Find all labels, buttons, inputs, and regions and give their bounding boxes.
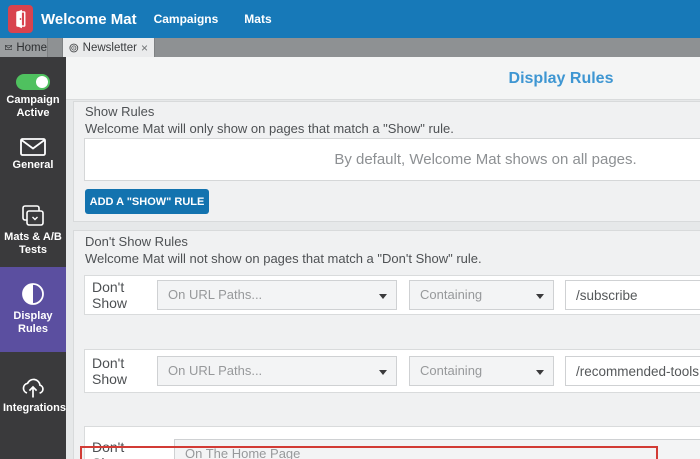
condition-dropdown[interactable]: On The Home Page <box>174 439 700 459</box>
sidebar-item-mats-ab-tests[interactable]: Mats & A/B Tests <box>0 204 66 257</box>
envelope-icon <box>20 138 46 156</box>
tab-newsletter-label: Newsletter <box>82 41 137 54</box>
app-title: Welcome Mat <box>41 10 137 28</box>
tab-home[interactable]: Home <box>0 38 48 57</box>
chevron-down-icon <box>379 370 387 375</box>
dont-show-rules-description: Welcome Mat will not show on pages that … <box>85 251 482 266</box>
envelope-icon <box>5 45 13 50</box>
operator-dropdown-value: Containing <box>420 363 483 378</box>
default-message: By default, Welcome Mat shows on all pag… <box>334 151 637 168</box>
sidebar-item-integrations[interactable]: Integrations <box>0 376 66 415</box>
dont-show-rules-heading: Don't Show Rules <box>85 234 188 249</box>
sidebar-item-general[interactable]: General <box>0 138 66 172</box>
sidebar-item-label: Mats & A/B Tests <box>4 231 62 256</box>
add-show-rule-button[interactable]: ADD A "SHOW" RULE <box>85 189 209 214</box>
app-window: Welcome Mat Campaigns Mats Home Newslett… <box>0 0 700 459</box>
show-rules-heading: Show Rules <box>85 104 155 119</box>
chevron-down-icon <box>536 370 544 375</box>
cloud-upload-icon <box>22 378 44 398</box>
top-navbar: Welcome Mat Campaigns Mats <box>0 0 700 38</box>
condition-dropdown[interactable]: On URL Paths... <box>157 356 397 386</box>
rule-row-label: Don't Show <box>92 279 128 311</box>
rule-value-input[interactable] <box>565 356 700 386</box>
campaign-active-toggle[interactable] <box>16 74 50 90</box>
sidebar-item-label: Display Rules <box>13 310 53 335</box>
show-rules-empty-box: By default, Welcome Mat shows on all pag… <box>84 138 700 181</box>
target-icon <box>69 43 79 52</box>
page-title: Display Rules <box>508 70 614 87</box>
tab-bar: Home Newsletter × <box>0 38 700 57</box>
rule-row-label: Don't Show <box>92 439 127 459</box>
condition-dropdown-value: On The Home Page <box>185 446 301 459</box>
layers-icon <box>22 205 44 226</box>
sidebar-item-label: Integrations <box>3 402 66 414</box>
chevron-down-icon <box>379 294 387 299</box>
welcome-mat-logo[interactable] <box>8 5 33 33</box>
close-icon[interactable]: × <box>141 42 148 54</box>
rule-row-label: Don't Show <box>92 355 128 387</box>
nav-item-mats[interactable]: Mats <box>244 12 271 26</box>
show-rules-section: Show Rules Welcome Mat will only show on… <box>73 101 700 222</box>
sidebar-item-display-rules[interactable]: Display Rules <box>0 267 66 352</box>
condition-dropdown-value: On URL Paths... <box>168 287 263 302</box>
chevron-down-icon <box>536 294 544 299</box>
contrast-icon <box>22 283 44 305</box>
nav-item-campaigns[interactable]: Campaigns <box>154 12 219 26</box>
sidebar: Campaign Active General Mats & A/B Tests… <box>0 57 66 459</box>
operator-dropdown-value: Containing <box>420 287 483 302</box>
main-content: Display Rules Show Rules Welcome Mat wil… <box>66 57 700 459</box>
tab-home-label: Home <box>16 41 47 54</box>
operator-dropdown[interactable]: Containing <box>409 280 554 310</box>
show-rules-description: Welcome Mat will only show on pages that… <box>85 121 454 136</box>
dont-show-rules-section: Don't Show Rules Welcome Mat will not sh… <box>73 230 700 459</box>
dont-show-rule-row: Don't Show On The Home Page <box>84 426 700 459</box>
condition-dropdown[interactable]: On URL Paths... <box>157 280 397 310</box>
dont-show-rule-row: Don't Show On URL Paths... Containing <box>84 349 700 393</box>
dont-show-rule-row: Don't Show On URL Paths... Containing <box>84 275 700 315</box>
door-icon <box>16 9 26 29</box>
sidebar-item-label: General <box>12 159 54 171</box>
content-header: Display Rules <box>66 57 700 100</box>
sidebar-item-label: Campaign Active <box>6 94 60 119</box>
tab-newsletter[interactable]: Newsletter × <box>62 38 155 57</box>
sidebar-item-campaign-active[interactable]: Campaign Active <box>0 57 66 120</box>
operator-dropdown[interactable]: Containing <box>409 356 554 386</box>
condition-dropdown-value: On URL Paths... <box>168 363 263 378</box>
rule-value-input[interactable] <box>565 280 700 310</box>
toggle-knob <box>36 76 48 88</box>
